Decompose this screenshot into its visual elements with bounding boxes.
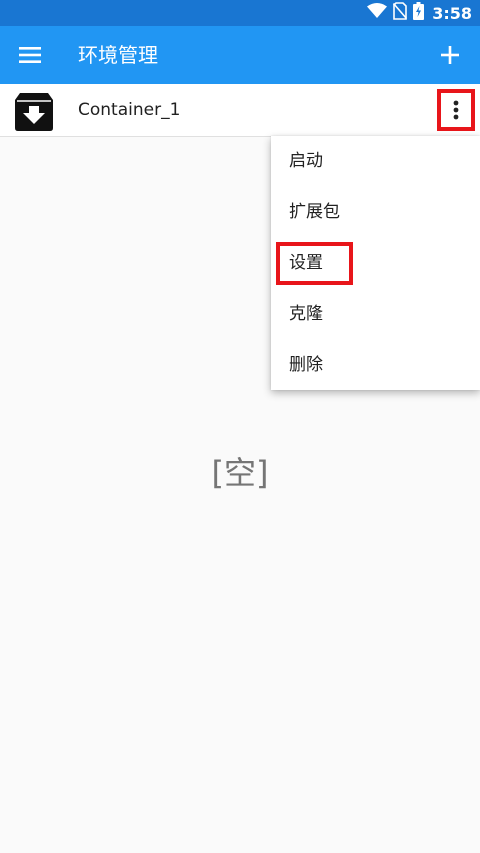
battery-charging-icon — [413, 2, 425, 24]
list-item-container[interactable]: Container_1 — [0, 84, 480, 137]
container-name: Container_1 — [78, 100, 181, 120]
plus-icon[interactable] — [432, 37, 468, 73]
page-title: 环境管理 — [78, 43, 158, 67]
app-bar: 环境管理 — [0, 26, 480, 84]
menu-item-extensions[interactable]: 扩展包 — [271, 187, 480, 238]
archive-download-icon — [14, 92, 54, 132]
status-icons: 3:58 — [367, 0, 472, 26]
more-options-button[interactable] — [437, 89, 475, 131]
menu-item-delete[interactable]: 删除 — [271, 340, 480, 391]
menu-item-start[interactable]: 启动 — [271, 136, 480, 187]
wifi-icon — [367, 3, 388, 23]
empty-state-label: [空] — [211, 454, 269, 492]
menu-item-settings[interactable]: 设置 — [271, 238, 480, 289]
status-bar: 3:58 — [0, 0, 480, 26]
no-sim-icon — [393, 2, 408, 24]
context-menu: 启动 扩展包 设置 克隆 删除 — [271, 136, 480, 390]
status-time: 3:58 — [432, 3, 472, 23]
hamburger-menu-icon[interactable] — [14, 39, 46, 71]
menu-item-clone[interactable]: 克隆 — [271, 289, 480, 340]
more-vertical-icon — [453, 100, 459, 120]
